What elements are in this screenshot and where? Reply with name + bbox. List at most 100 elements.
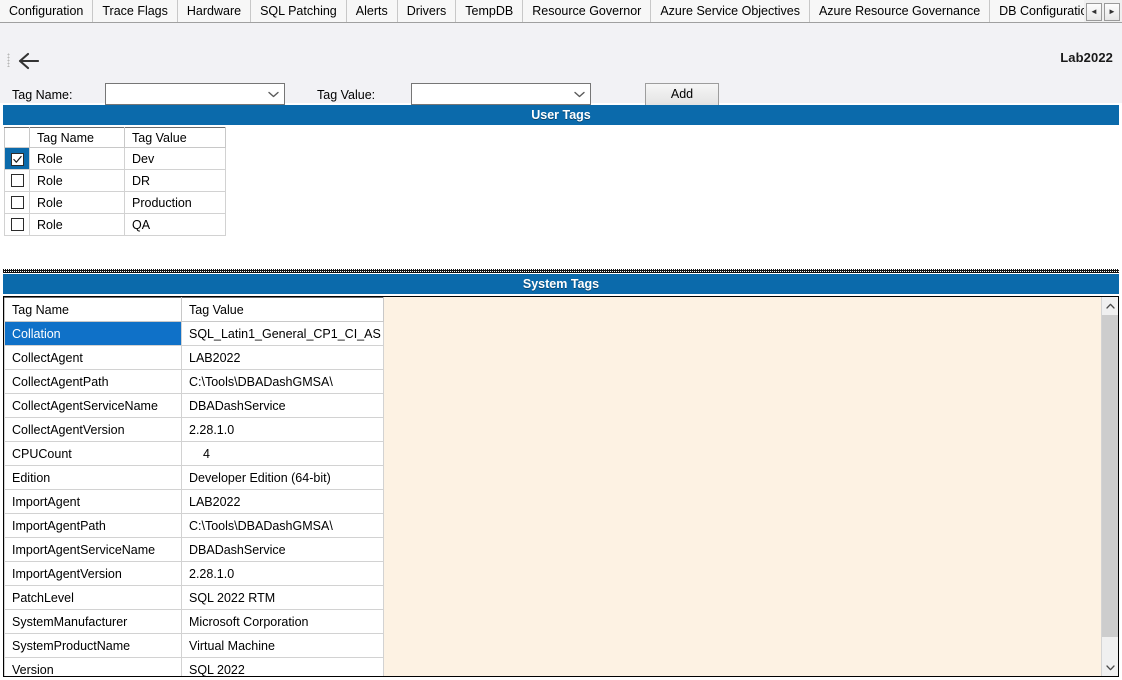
tab-sql-patching[interactable]: SQL Patching <box>251 0 347 22</box>
scroll-down-icon[interactable] <box>1102 659 1118 676</box>
checkbox-checked-icon[interactable] <box>10 152 24 166</box>
scroll-up-icon[interactable] <box>1102 297 1118 314</box>
cell-tag-value[interactable]: QA <box>124 213 226 236</box>
tab-trace-flags[interactable]: Trace Flags <box>93 0 178 22</box>
cell-tag-name[interactable]: CollectAgentVersion <box>4 417 182 442</box>
system-tags-vertical-scrollbar[interactable] <box>1101 297 1118 676</box>
cell-tag-name[interactable]: Version <box>4 657 182 676</box>
cell-tag-value[interactable]: DBADashService <box>181 537 384 562</box>
table-row[interactable]: CollectAgent LAB2022 <box>4 345 384 370</box>
tab-db-configuration[interactable]: DB Configuratio <box>990 0 1097 22</box>
table-row[interactable]: ImportAgent LAB2022 <box>4 489 384 514</box>
user-tags-table[interactable]: Tag Name Tag Value Role Dev Role DR Role… <box>4 127 226 236</box>
cell-tag-name[interactable]: Edition <box>4 465 182 490</box>
cell-tag-value[interactable]: SQL 2022 <box>181 657 384 676</box>
table-row[interactable]: CollectAgentServiceName DBADashService <box>4 393 384 418</box>
tab-azure-resource-governance[interactable]: Azure Resource Governance <box>809 0 991 22</box>
cell-tag-name[interactable]: ImportAgentVersion <box>4 561 182 586</box>
table-row[interactable]: CPUCount 4 <box>4 441 384 466</box>
cell-tag-value[interactable]: 2.28.1.0 <box>181 417 384 442</box>
cell-tag-name[interactable]: ImportAgentPath <box>4 513 182 538</box>
tab-label: Resource Governor <box>532 3 642 18</box>
column-header-select[interactable] <box>4 127 30 148</box>
cell-tag-value[interactable]: Microsoft Corporation <box>181 609 384 634</box>
cell-tag-name[interactable]: Role <box>29 147 125 170</box>
column-header-tag-value[interactable]: Tag Value <box>181 297 384 322</box>
table-row[interactable]: Collation SQL_Latin1_General_CP1_CI_AS <box>4 321 384 346</box>
cell-tag-name[interactable]: PatchLevel <box>4 585 182 610</box>
row-checkbox-cell[interactable] <box>4 191 30 214</box>
row-checkbox-cell[interactable] <box>4 147 30 170</box>
cell-tag-name[interactable]: Collation <box>4 321 182 346</box>
cell-tag-value[interactable]: Production <box>124 191 226 214</box>
tab-azure-service-objectives[interactable]: Azure Service Objectives <box>651 0 810 22</box>
column-header-tag-name[interactable]: Tag Name <box>29 127 125 148</box>
cell-tag-name[interactable]: CollectAgentServiceName <box>4 393 182 418</box>
tab-label: Configuration <box>9 3 84 18</box>
table-row[interactable]: ImportAgentPath C:\Tools\DBADashGMSA\ <box>4 513 384 538</box>
table-row[interactable]: ImportAgentServiceName DBADashService <box>4 537 384 562</box>
table-row[interactable]: Edition Developer Edition (64-bit) <box>4 465 384 490</box>
cell-tag-value[interactable]: C:\Tools\DBADashGMSA\ <box>181 369 384 394</box>
table-row[interactable]: Role Production <box>4 191 226 214</box>
cell-tag-value[interactable]: DR <box>124 169 226 192</box>
tag-value-combo[interactable] <box>411 83 591 105</box>
tab-tempdb[interactable]: TempDB <box>456 0 524 22</box>
table-row[interactable]: CollectAgentVersion 2.28.1.0 <box>4 417 384 442</box>
table-row[interactable]: PatchLevel SQL 2022 RTM <box>4 585 384 610</box>
tab-label: Azure Service Objectives <box>660 3 800 18</box>
row-checkbox-cell[interactable] <box>4 169 30 192</box>
tab-drivers[interactable]: Drivers <box>397 0 457 22</box>
table-row[interactable]: SystemProductName Virtual Machine <box>4 633 384 658</box>
system-tags-title: System Tags <box>522 277 600 291</box>
column-header-tag-name[interactable]: Tag Name <box>4 297 182 322</box>
tag-name-label: Tag Name: <box>12 88 73 102</box>
cell-tag-value[interactable]: SQL_Latin1_General_CP1_CI_AS <box>181 321 384 346</box>
cell-tag-name[interactable]: ImportAgentServiceName <box>4 537 182 562</box>
table-row[interactable]: Version SQL 2022 <box>4 657 384 676</box>
cell-tag-name[interactable]: SystemProductName <box>4 633 182 658</box>
tab-configuration[interactable]: Configuration <box>0 0 94 22</box>
cell-tag-name[interactable]: CollectAgentPath <box>4 369 182 394</box>
table-row[interactable]: Role Dev <box>4 147 226 170</box>
scrollbar-thumb[interactable] <box>1102 315 1118 637</box>
tab-hardware[interactable]: Hardware <box>177 0 252 22</box>
column-header-tag-value[interactable]: Tag Value <box>124 127 226 148</box>
cell-tag-value[interactable]: DBADashService <box>181 393 384 418</box>
panel-splitter[interactable] <box>3 269 1119 273</box>
cell-tag-value[interactable]: LAB2022 <box>181 345 384 370</box>
add-tag-button[interactable]: Add <box>645 83 719 106</box>
row-checkbox-cell[interactable] <box>4 213 30 236</box>
cell-tag-value[interactable]: Dev <box>124 147 226 170</box>
cell-tag-name[interactable]: SystemManufacturer <box>4 609 182 634</box>
checkbox-unchecked-icon[interactable] <box>10 195 24 209</box>
tab-resource-governor[interactable]: Resource Governor <box>523 0 652 22</box>
checkbox-unchecked-icon[interactable] <box>10 173 24 187</box>
tag-name-combo[interactable] <box>105 83 285 105</box>
cell-tag-value[interactable]: 4 <box>181 441 384 466</box>
cell-tag-value[interactable]: SQL 2022 RTM <box>181 585 384 610</box>
cell-tag-name[interactable]: Role <box>29 191 125 214</box>
cell-tag-name[interactable]: Role <box>29 169 125 192</box>
table-row[interactable]: Role QA <box>4 213 226 236</box>
table-row[interactable]: SystemManufacturer Microsoft Corporation <box>4 609 384 634</box>
cell-tag-value[interactable]: Developer Edition (64-bit) <box>181 465 384 490</box>
cell-tag-value[interactable]: C:\Tools\DBADashGMSA\ <box>181 513 384 538</box>
scroll-right-icon[interactable]: ► <box>1104 2 1120 21</box>
cell-tag-name[interactable]: ImportAgent <box>4 489 182 514</box>
cell-tag-name[interactable]: CollectAgent <box>4 345 182 370</box>
cell-tag-value[interactable]: Virtual Machine <box>181 633 384 658</box>
tab-alerts[interactable]: Alerts <box>346 0 398 22</box>
cell-tag-value[interactable]: LAB2022 <box>181 489 384 514</box>
table-row[interactable]: ImportAgentVersion 2.28.1.0 <box>4 561 384 586</box>
cell-tag-name[interactable]: CPUCount <box>4 441 182 466</box>
cell-tag-name[interactable]: Role <box>29 213 125 236</box>
table-row[interactable]: CollectAgentPath C:\Tools\DBADashGMSA\ <box>4 369 384 394</box>
table-row[interactable]: Role DR <box>4 169 226 192</box>
checkbox-unchecked-icon[interactable] <box>10 217 24 231</box>
system-tags-table[interactable]: Tag Name Tag Value Collation SQL_Latin1_… <box>4 297 384 676</box>
cell-tag-value[interactable]: 2.28.1.0 <box>181 561 384 586</box>
tab-label: SQL Patching <box>260 3 337 18</box>
scroll-left-icon[interactable]: ◄ <box>1086 2 1102 21</box>
back-arrow-icon[interactable] <box>15 50 41 72</box>
